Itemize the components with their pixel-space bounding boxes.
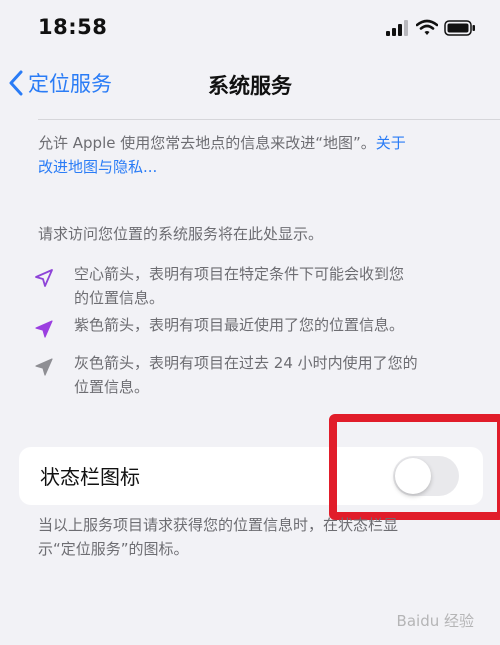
wifi-icon <box>416 19 438 35</box>
battery-icon <box>444 20 475 36</box>
gray-arrow-icon <box>35 358 53 376</box>
hollow-arrow-icon <box>35 269 53 287</box>
legend-hollow-line2: 的位置信息。 <box>74 289 165 307</box>
navigation-bar: 定位服务 系统服务 <box>0 62 500 110</box>
legend-item-gray-arrow: 灰色箭头，表明有项目在过去 24 小时内使用了您的 位置信息。 <box>34 351 464 399</box>
legend-text-hollow: 空心箭头，表明有项目在特定条件下可能会收到您 的位置信息。 <box>74 262 474 310</box>
footer-line1: 当以上服务项目请求获得您的位置信息时，在状态栏显 <box>38 516 399 534</box>
legend-gray-line1: 灰色箭头，表明有项目在过去 24 小时内使用了您的 <box>74 354 418 372</box>
status-bar-icon-description: 当以上服务项目请求获得您的位置信息时，在状态栏显 示“定位服务”的图标。 <box>38 513 478 561</box>
map-improvement-text: 允许 Apple 使用您常去地点的信息来改进“地图”。 <box>38 134 376 152</box>
purple-arrow-icon <box>35 320 53 338</box>
status-bar: 18:58 <box>0 0 500 58</box>
red-highlight-box <box>329 414 500 520</box>
legend-hollow-line1: 空心箭头，表明有项目在特定条件下可能会收到您 <box>74 265 405 283</box>
separator <box>38 119 500 120</box>
system-services-note: 请求访问您位置的系统服务将在此处显示。 <box>38 225 324 243</box>
page-title: 系统服务 <box>208 74 292 98</box>
cellular-signal-icon <box>386 20 408 36</box>
legend-item-purple-arrow: 紫色箭头，表明有项目最近使用了您的位置信息。 <box>34 313 464 338</box>
map-improvement-info: 允许 Apple 使用您常去地点的信息来改进“地图”。关于 改进地图与隐私... <box>38 131 478 179</box>
legend-gray-line2: 位置信息。 <box>74 378 150 396</box>
legend-text-purple: 紫色箭头，表明有项目最近使用了您的位置信息。 <box>74 316 405 334</box>
about-improve-maps-privacy-link[interactable]: 改进地图与隐私... <box>38 158 157 176</box>
legend-text-gray: 灰色箭头，表明有项目在过去 24 小时内使用了您的 位置信息。 <box>74 351 474 399</box>
legend-item-hollow-arrow: 空心箭头，表明有项目在特定条件下可能会收到您 的位置信息。 <box>34 262 464 310</box>
about-link-part1[interactable]: 关于 <box>376 134 406 152</box>
status-time: 18:58 <box>38 15 108 39</box>
baidu-watermark: Baidu 经验 <box>396 612 474 630</box>
status-bar-icon-label: 状态栏图标 <box>40 465 140 489</box>
footer-line2: 示“定位服务”的图标。 <box>38 540 189 558</box>
